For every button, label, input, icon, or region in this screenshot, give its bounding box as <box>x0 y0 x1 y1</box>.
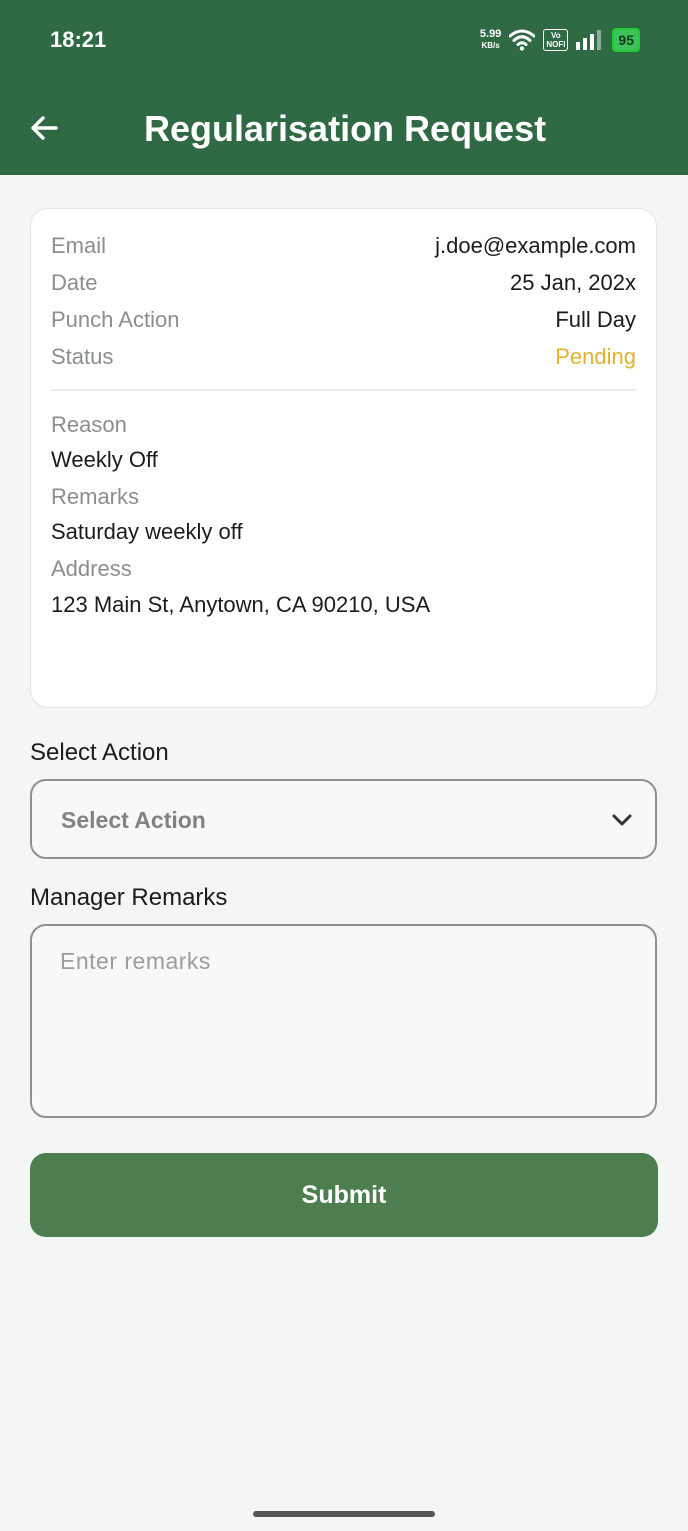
wifi-icon <box>509 29 536 51</box>
status-bar: 18:21 5.99 KB/s Vo NOFI 95 <box>0 0 688 80</box>
email-label: Email <box>51 233 107 258</box>
punch-action-label: Punch Action <box>51 307 180 332</box>
submit-button[interactable]: Submit <box>30 1153 658 1237</box>
page-title: Regularisation Request <box>144 108 547 149</box>
network-speed-unit: KB/s <box>481 41 500 50</box>
select-action-dropdown[interactable]: Select Action <box>30 779 657 859</box>
manager-remarks-input[interactable] <box>60 948 635 1100</box>
toolbar: Regularisation Request <box>0 90 688 170</box>
reason-value: Weekly Off <box>51 447 158 472</box>
status-badge: Pending <box>555 344 636 369</box>
status-label: Status <box>51 344 114 369</box>
date-value: 25 Jan, 202x <box>510 270 636 295</box>
battery-icon: 95 <box>612 28 640 52</box>
remarks-value: Saturday weekly off <box>51 519 243 544</box>
chevron-down-icon <box>612 814 632 826</box>
home-indicator[interactable] <box>253 1511 435 1517</box>
card-divider <box>51 389 636 391</box>
punch-action-row: Punch Action Full Day <box>51 307 636 337</box>
app-header: 18:21 5.99 KB/s Vo NOFI 95 Regularisatio… <box>0 0 688 175</box>
volte-top-text: Vo <box>551 31 561 40</box>
address-value: 123 Main St, Anytown, CA 90210, USA <box>51 592 431 617</box>
status-time: 18:21 <box>50 27 107 52</box>
back-arrow-icon[interactable] <box>26 110 62 146</box>
network-speed-value: 5.99 <box>479 28 502 40</box>
remarks-label: Remarks <box>51 484 140 509</box>
network-speed: 5.99 KB/s <box>480 29 501 51</box>
volte-icon: Vo NOFI <box>543 29 569 51</box>
status-row: Status Pending <box>51 344 636 374</box>
select-action-label: Select Action <box>30 739 169 766</box>
address-label: Address <box>51 556 132 581</box>
volte-bottom-text: NOFI <box>546 40 566 49</box>
request-details-card: Email j.doe@example.com Date 25 Jan, 202… <box>30 208 657 708</box>
select-action-value: Select Action <box>61 807 206 833</box>
email-row: Email j.doe@example.com <box>51 233 636 263</box>
signal-icon <box>576 30 602 50</box>
email-value: j.doe@example.com <box>435 233 636 258</box>
date-row: Date 25 Jan, 202x <box>51 270 636 300</box>
date-label: Date <box>51 270 98 295</box>
reason-label: Reason <box>51 412 127 437</box>
punch-action-value: Full Day <box>555 307 636 332</box>
manager-remarks-label: Manager Remarks <box>30 884 228 911</box>
manager-remarks-field[interactable] <box>30 924 657 1118</box>
status-icons: 5.99 KB/s Vo NOFI 95 <box>480 26 640 54</box>
